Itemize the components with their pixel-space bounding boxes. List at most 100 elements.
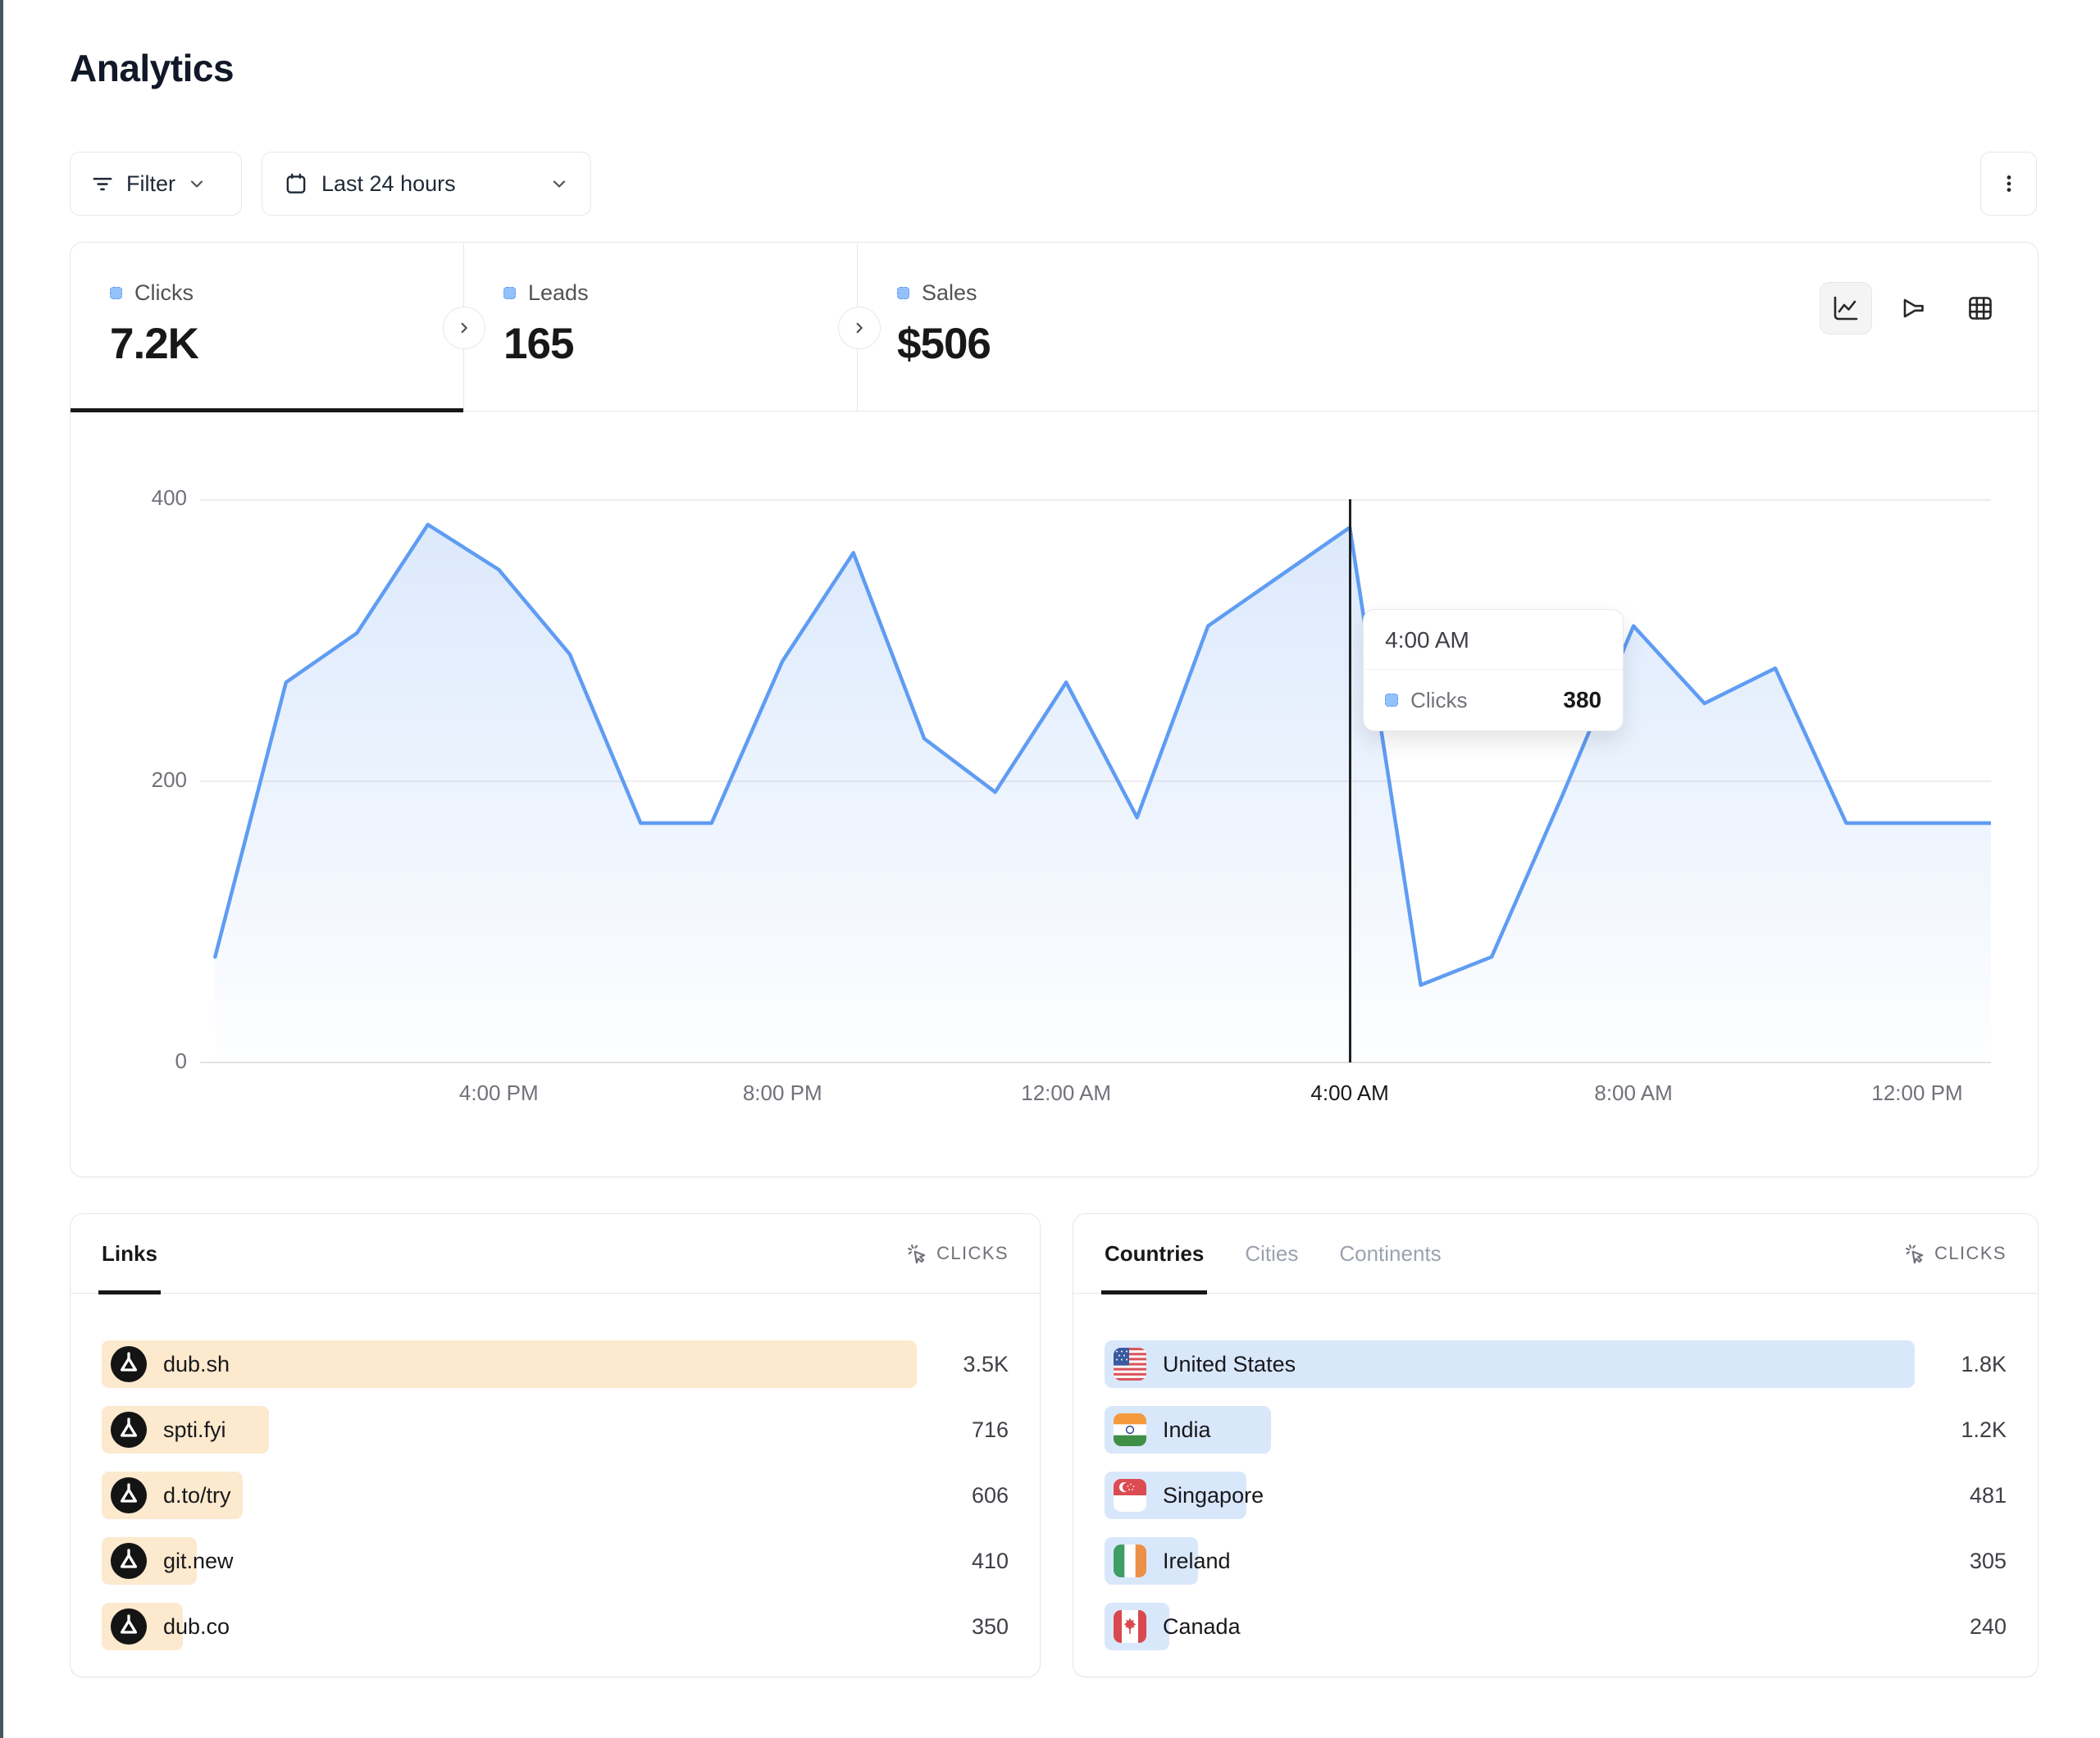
tab-links-label: Links	[102, 1241, 157, 1267]
links-list: dub.sh 3.5K spti.fyi 716 d.to/try	[71, 1294, 1040, 1650]
country-clicks-value: 305	[1936, 1549, 2007, 1574]
country-clicks-value: 240	[1936, 1614, 2007, 1640]
singapore-flag-icon	[1114, 1479, 1146, 1512]
y-axis-tick-0: 0	[113, 1049, 187, 1074]
country-label: Ireland	[1163, 1549, 1231, 1574]
table-row[interactable]: Canada 240	[1105, 1603, 2007, 1650]
date-range-label: Last 24 hours	[321, 171, 456, 197]
tab-cities-label: Cities	[1245, 1241, 1298, 1267]
tooltip-value: 380	[1563, 687, 1601, 713]
chevron-down-icon	[549, 174, 569, 193]
links-panel: Links CLICKS dub.sh 3.5K spt	[70, 1213, 1041, 1677]
table-row[interactable]: dub.co 350	[102, 1603, 1009, 1650]
calendar-icon	[284, 171, 308, 196]
leads-value: 165	[503, 319, 857, 369]
link-label: dub.sh	[163, 1352, 230, 1377]
country-label: Singapore	[1163, 1483, 1264, 1508]
ireland-flag-icon	[1114, 1545, 1146, 1577]
tab-leads[interactable]: Leads 165	[464, 243, 858, 411]
date-range-button[interactable]: Last 24 hours	[262, 152, 591, 216]
countries-metric-label: CLICKS	[1934, 1243, 2007, 1264]
expand-leads-button[interactable]	[838, 307, 881, 349]
table-grid-icon	[1966, 293, 1995, 323]
link-clicks-value: 3.5K	[938, 1352, 1009, 1377]
links-metric-label: CLICKS	[936, 1243, 1009, 1264]
funnel-chart-icon	[1898, 293, 1928, 323]
chart-tooltip: 4:00 AM Clicks 380	[1363, 609, 1624, 731]
leads-label: Leads	[528, 280, 589, 306]
dub-logo-icon	[111, 1346, 147, 1382]
x-axis-tick: 8:00 PM	[692, 1081, 872, 1106]
clicks-area-chart[interactable]	[200, 499, 1991, 1062]
line-chart-icon	[1831, 293, 1861, 323]
tab-countries-label: Countries	[1105, 1241, 1204, 1267]
more-options-button[interactable]	[1980, 152, 2037, 216]
link-clicks-value: 606	[938, 1483, 1009, 1508]
table-row[interactable]: United States 1.8K	[1105, 1340, 2007, 1388]
link-clicks-value: 410	[938, 1549, 1009, 1574]
tab-continents[interactable]: Continents	[1339, 1214, 1441, 1293]
leads-legend-icon	[503, 287, 516, 299]
line-chart-view-button[interactable]	[1820, 282, 1872, 334]
chevron-down-icon	[187, 174, 207, 193]
dub-logo-icon	[111, 1477, 147, 1513]
table-row[interactable]: Ireland 305	[1105, 1537, 2007, 1585]
filter-button[interactable]: Filter	[70, 152, 242, 216]
table-row[interactable]: spti.fyi 716	[102, 1406, 1009, 1454]
clicks-value: 7.2K	[110, 319, 463, 369]
filter-button-label: Filter	[126, 171, 175, 197]
link-label: d.to/try	[163, 1483, 231, 1508]
area-fill	[215, 525, 1991, 1062]
table-row[interactable]: git.new 410	[102, 1537, 1009, 1585]
table-view-button[interactable]	[1954, 282, 2007, 334]
tab-cities[interactable]: Cities	[1245, 1214, 1298, 1293]
chevron-right-icon	[850, 319, 868, 337]
crosshair-line	[1349, 499, 1351, 1062]
link-clicks-value: 716	[938, 1417, 1009, 1443]
sales-legend-icon	[897, 287, 909, 299]
expand-clicks-button[interactable]	[443, 307, 485, 349]
kebab-menu-icon	[1998, 173, 2020, 194]
window-edge	[0, 0, 3, 1738]
x-axis-tick-highlighted: 4:00 AM	[1260, 1081, 1440, 1106]
dub-logo-icon	[111, 1608, 147, 1645]
tab-clicks[interactable]: Clicks 7.2K	[71, 243, 464, 411]
tab-countries[interactable]: Countries	[1105, 1214, 1204, 1293]
us-flag-icon	[1114, 1348, 1146, 1381]
dub-logo-icon	[111, 1412, 147, 1448]
link-clicks-value: 350	[938, 1614, 1009, 1640]
links-metric[interactable]: CLICKS	[906, 1243, 1009, 1265]
table-row[interactable]: Singapore 481	[1105, 1472, 2007, 1519]
dub-logo-icon	[111, 1543, 147, 1579]
country-label: India	[1163, 1417, 1211, 1443]
y-axis-tick-400: 400	[113, 485, 187, 511]
page-title: Analytics	[70, 46, 234, 90]
tooltip-series-label: Clicks	[1410, 688, 1551, 713]
x-axis-tick: 12:00 AM	[976, 1081, 1156, 1106]
chevron-right-icon	[455, 319, 473, 337]
tab-links[interactable]: Links	[102, 1214, 157, 1293]
filter-icon	[90, 171, 115, 196]
tab-continents-label: Continents	[1339, 1241, 1441, 1267]
table-row[interactable]: India 1.2K	[1105, 1406, 2007, 1454]
analytics-card: Clicks 7.2K Leads 165 Sales $506	[70, 242, 2039, 1177]
clicks-legend-icon	[110, 287, 122, 299]
country-label: Canada	[1163, 1614, 1241, 1640]
x-axis-tick: 4:00 PM	[408, 1081, 589, 1106]
clicks-legend-icon	[1385, 694, 1398, 707]
y-axis-tick-200: 200	[113, 767, 187, 793]
cursor-click-icon	[906, 1243, 928, 1265]
canada-flag-icon	[1114, 1610, 1146, 1643]
stat-tabs: Clicks 7.2K Leads 165 Sales $506	[71, 243, 2038, 412]
countries-list: United States 1.8K India 1.2K Singapore	[1073, 1294, 2038, 1650]
funnel-chart-view-button[interactable]	[1887, 282, 1939, 334]
link-label: dub.co	[163, 1614, 230, 1640]
countries-metric[interactable]: CLICKS	[1904, 1243, 2007, 1265]
link-label: git.new	[163, 1549, 234, 1574]
table-row[interactable]: dub.sh 3.5K	[102, 1340, 1009, 1388]
table-row[interactable]: d.to/try 606	[102, 1472, 1009, 1519]
chart-view-toggle	[1820, 282, 2007, 334]
sales-label: Sales	[922, 280, 977, 306]
country-clicks-value: 1.8K	[1936, 1352, 2007, 1377]
india-flag-icon	[1114, 1413, 1146, 1446]
